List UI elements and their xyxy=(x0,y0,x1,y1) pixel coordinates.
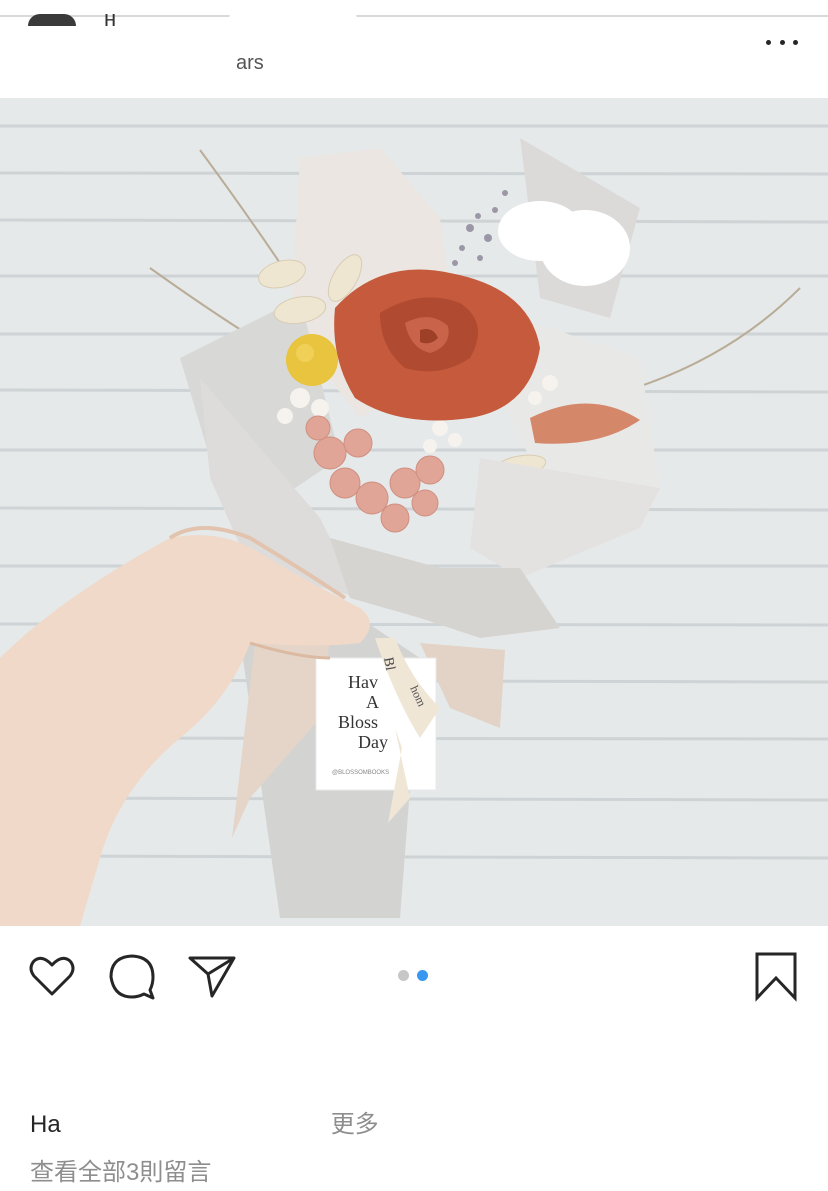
post-header: н ars xyxy=(0,0,828,98)
ribbon-text: Bl xyxy=(380,656,397,672)
comment-button[interactable] xyxy=(106,950,158,1002)
post-caption: Ha 更多 xyxy=(30,1104,379,1139)
comment-bubble-icon xyxy=(109,954,155,1000)
paper-plane-icon xyxy=(188,956,236,998)
card-line-3: Bloss xyxy=(338,712,378,732)
caption-start: Ha xyxy=(30,1111,61,1138)
carousel-dot-2 xyxy=(417,970,428,981)
more-options-icon[interactable] xyxy=(766,30,798,54)
bouquet-image: Hav A Bloss Day @BLOSSOMBOOKS Bl hom xyxy=(0,98,828,926)
redaction-overlay xyxy=(232,36,272,58)
like-button[interactable] xyxy=(26,950,78,1002)
carousel-dot-1 xyxy=(398,970,409,981)
card-line-2: A xyxy=(366,692,379,712)
caption-more-link[interactable]: 更多 xyxy=(331,1111,379,1138)
avatar[interactable] xyxy=(28,14,76,26)
share-button[interactable] xyxy=(186,950,238,1002)
card-line-1: Hav xyxy=(348,672,378,692)
post-username[interactable]: н xyxy=(104,6,116,32)
card-line-4: Day xyxy=(358,732,388,752)
carousel-indicator xyxy=(398,970,428,981)
post-actions-bar xyxy=(0,926,828,1026)
card-small-text: @BLOSSOMBOOKS xyxy=(332,770,389,776)
save-button[interactable] xyxy=(750,950,802,1002)
post-photo[interactable]: Hav A Bloss Day @BLOSSOMBOOKS Bl hom xyxy=(0,98,828,926)
view-all-comments-link[interactable]: 查看全部3則留言 xyxy=(30,1152,211,1187)
heart-icon xyxy=(29,956,75,996)
bookmark-icon xyxy=(755,952,797,1002)
